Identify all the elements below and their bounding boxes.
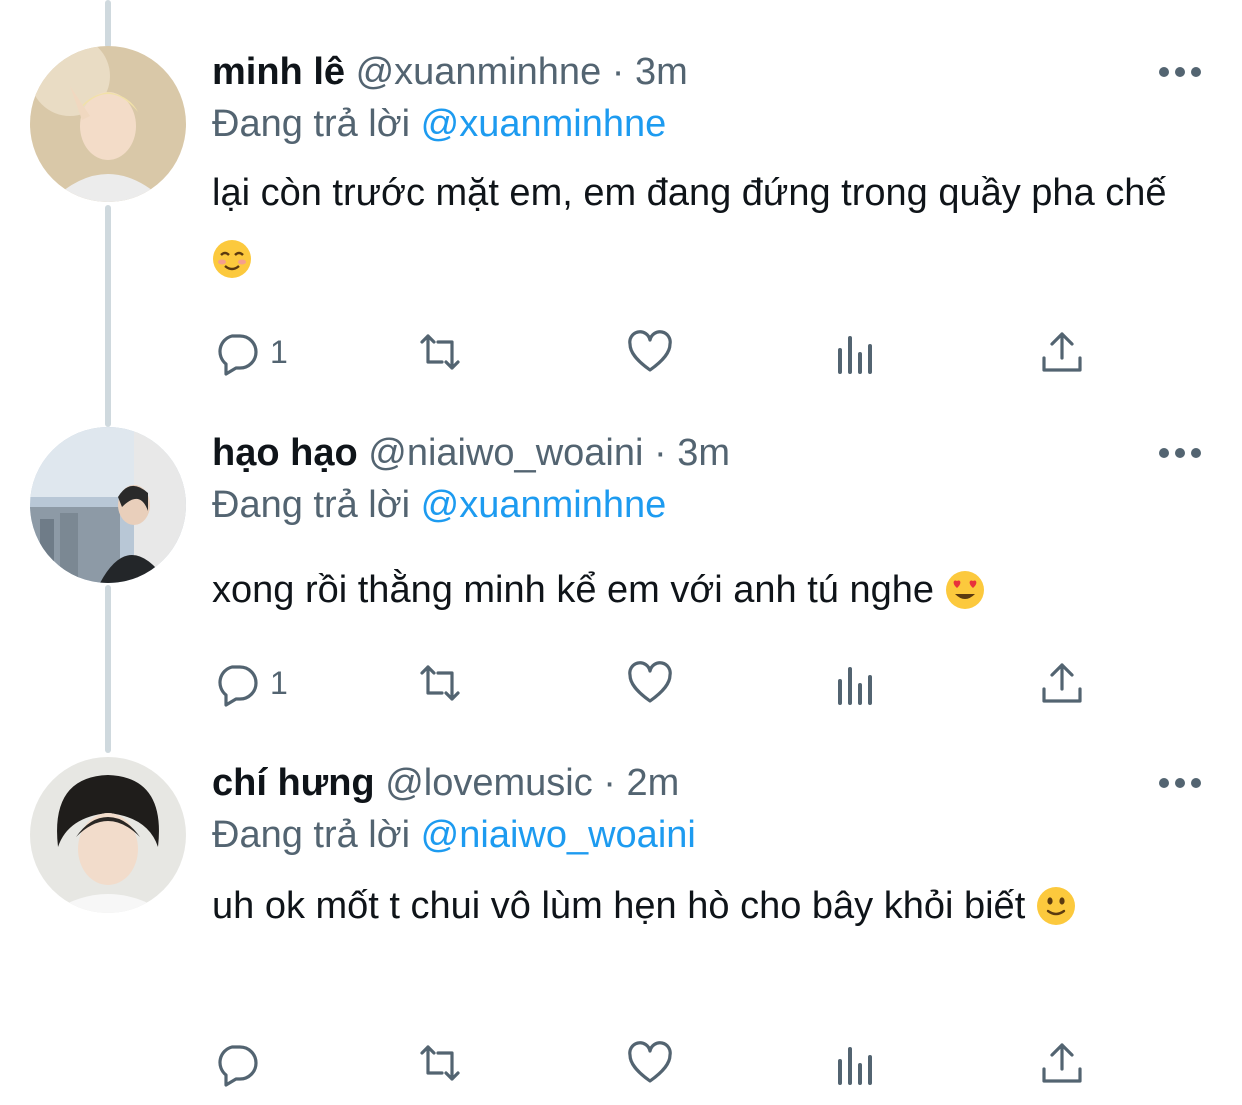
avatar[interactable] [30, 757, 186, 913]
tweet[interactable]: chí hưng @lovemusic · 2m Đang trả lời @n… [0, 0, 1242, 1105]
tweet-text: uh ok mốt t chui vô lùm hẹn hò cho bây k… [212, 873, 1192, 939]
tweet-actions [212, 1033, 1112, 1093]
retweet-button[interactable] [416, 1033, 464, 1093]
display-name[interactable]: chí hưng [212, 762, 375, 804]
analytics-icon [838, 1047, 872, 1085]
slight-smile-emoji [1036, 887, 1075, 925]
like-button[interactable] [626, 1033, 674, 1093]
heart-icon [628, 1041, 672, 1083]
replying-to: Đang trả lời @niaiwo_woaini [212, 811, 696, 859]
share-button[interactable] [1038, 1033, 1086, 1093]
separator-dot: · [603, 762, 616, 804]
reply-icon [218, 1045, 258, 1087]
tweet-header: chí hưng @lovemusic · 2m [212, 759, 679, 807]
user-handle[interactable]: @lovemusic [385, 762, 593, 804]
mention-link[interactable]: @niaiwo_woaini [421, 814, 696, 856]
tweet-text-content: uh ok mốt t chui vô lùm hẹn hò cho bây k… [212, 885, 1026, 927]
retweet-icon [420, 1045, 460, 1081]
share-icon [1042, 1043, 1082, 1083]
more-icon[interactable] [1158, 773, 1202, 793]
replying-prefix: Đang trả lời [212, 814, 411, 856]
timestamp[interactable]: 2m [626, 762, 679, 804]
analytics-button[interactable] [832, 1033, 880, 1093]
reply-button[interactable] [212, 1033, 270, 1093]
